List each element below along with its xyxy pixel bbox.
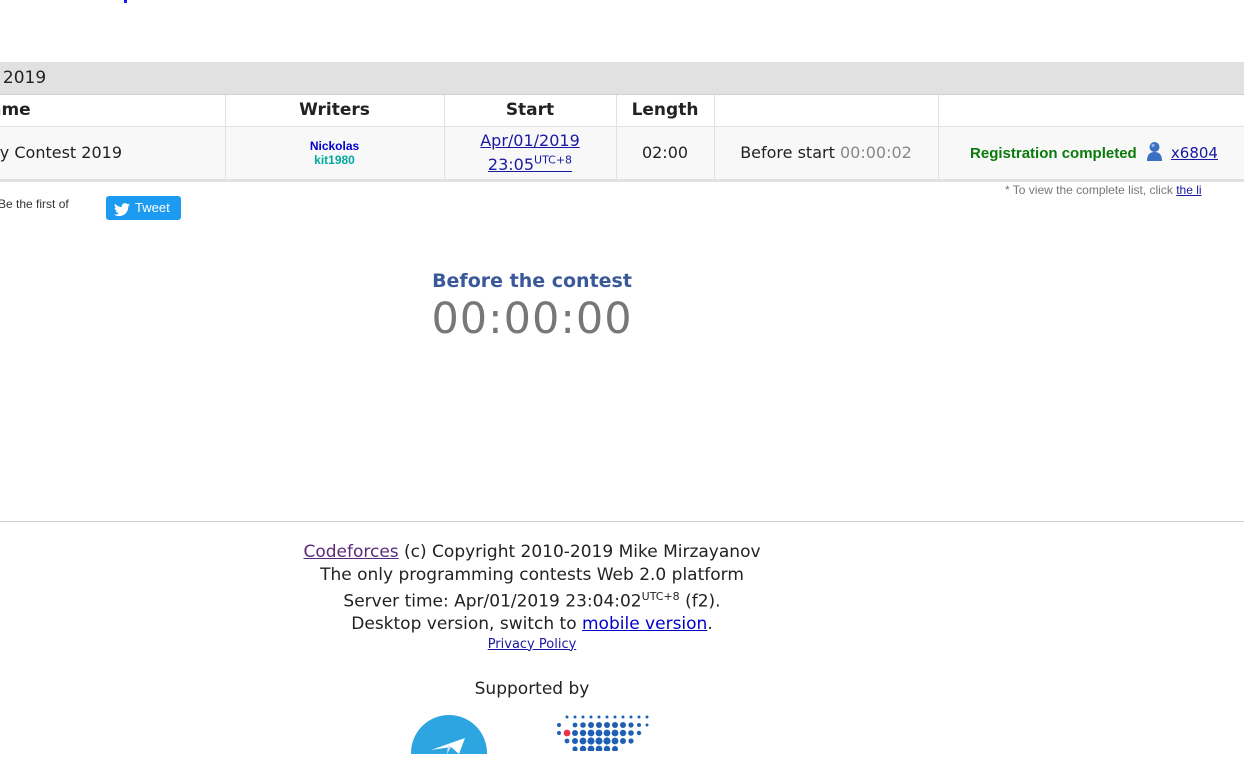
before-contest-timer: 00:00:00 (431, 294, 633, 344)
start-cell: Apr/01/2019 23:05UTC+8 (444, 126, 617, 182)
supported-by-label: Supported by (474, 679, 590, 699)
footer-server-time: Server time: Apr/01/2019 23:04:02UTC+8 (… (343, 590, 721, 612)
writer-link-kit1980[interactable]: kit1980 (227, 153, 443, 167)
header-writers: Writers (225, 95, 445, 127)
before-contest-box: Before the contest 00:00:00 (382, 270, 682, 344)
countdown-value: 00:00:02 (839, 143, 912, 162)
view-list-text: * To view the complete list, click (1005, 183, 1173, 197)
contest-caption-text: st 2019 (0, 68, 47, 88)
footer-desktop-line: Desktop version, switch to mobile versio… (351, 614, 713, 635)
start-date: Apr/01/2019 (480, 131, 580, 151)
start-time: 23:05 (487, 154, 535, 174)
share-text: Be the first of (0, 197, 69, 211)
header-registration (938, 95, 1244, 127)
writer-link-nickolas[interactable]: Nickolas (227, 139, 443, 153)
tweet-label: Tweet (135, 200, 170, 215)
registration-cell: Registration completed x6804 (938, 126, 1244, 182)
footer-tagline: The only programming contests Web 2.0 pl… (320, 564, 744, 585)
copyright-text: (c) Copyright 2010-2019 Mike Mirzayanov (404, 542, 761, 562)
start-time-link[interactable]: Apr/01/2019 23:05UTC+8 (480, 131, 580, 173)
tweet-button[interactable]: Tweet (106, 196, 181, 220)
sponsor-dots-logo[interactable] (553, 713, 653, 755)
top-link-fragment (124, 0, 127, 3)
user-icon (1146, 141, 1163, 165)
view-list-link[interactable]: the li (1176, 183, 1201, 197)
contest-table-box: st 2019 ame Writers Start Length ay Cont… (0, 62, 1244, 182)
contest-caption: st 2019 (0, 62, 1244, 95)
contest-name: ay Contest 2019 (0, 143, 122, 162)
start-timezone: UTC+8 (534, 153, 573, 167)
countdown-label: Before start (740, 143, 835, 162)
length-cell: 02:00 (616, 126, 715, 182)
footer: Codeforces (c) Copyright 2010-2019 Mike … (232, 541, 832, 654)
view-list-note: * To view the complete list, click the l… (1005, 183, 1244, 197)
mobile-version-link[interactable]: mobile version (582, 614, 707, 634)
server-timezone: UTC+8 (641, 590, 680, 603)
registrants-link[interactable]: x6804 (1171, 144, 1218, 162)
telegram-logo[interactable] (411, 714, 489, 758)
table-row: ay Contest 2019 Nickolas kit1980 Apr/01/… (0, 126, 1244, 182)
twitter-bird-icon (114, 201, 130, 225)
header-start: Start (444, 95, 617, 127)
header-name: ame (0, 95, 226, 127)
privacy-policy-link[interactable]: Privacy Policy (232, 636, 832, 654)
contest-name-cell: ay Contest 2019 (0, 126, 226, 182)
countdown-cell: Before start 00:00:02 (714, 126, 939, 182)
footer-divider (0, 521, 1244, 522)
header-countdown (714, 95, 939, 127)
registration-status: Registration completed (970, 144, 1137, 162)
footer-copyright-line: Codeforces (c) Copyright 2010-2019 Mike … (232, 541, 832, 564)
writers-cell: Nickolas kit1980 (225, 126, 445, 182)
codeforces-link[interactable]: Codeforces (303, 542, 398, 562)
header-length: Length (616, 95, 715, 127)
contests-table: ame Writers Start Length ay Contest 2019… (0, 95, 1244, 182)
before-contest-title: Before the contest (432, 270, 632, 292)
table-header-row: ame Writers Start Length (0, 95, 1244, 127)
